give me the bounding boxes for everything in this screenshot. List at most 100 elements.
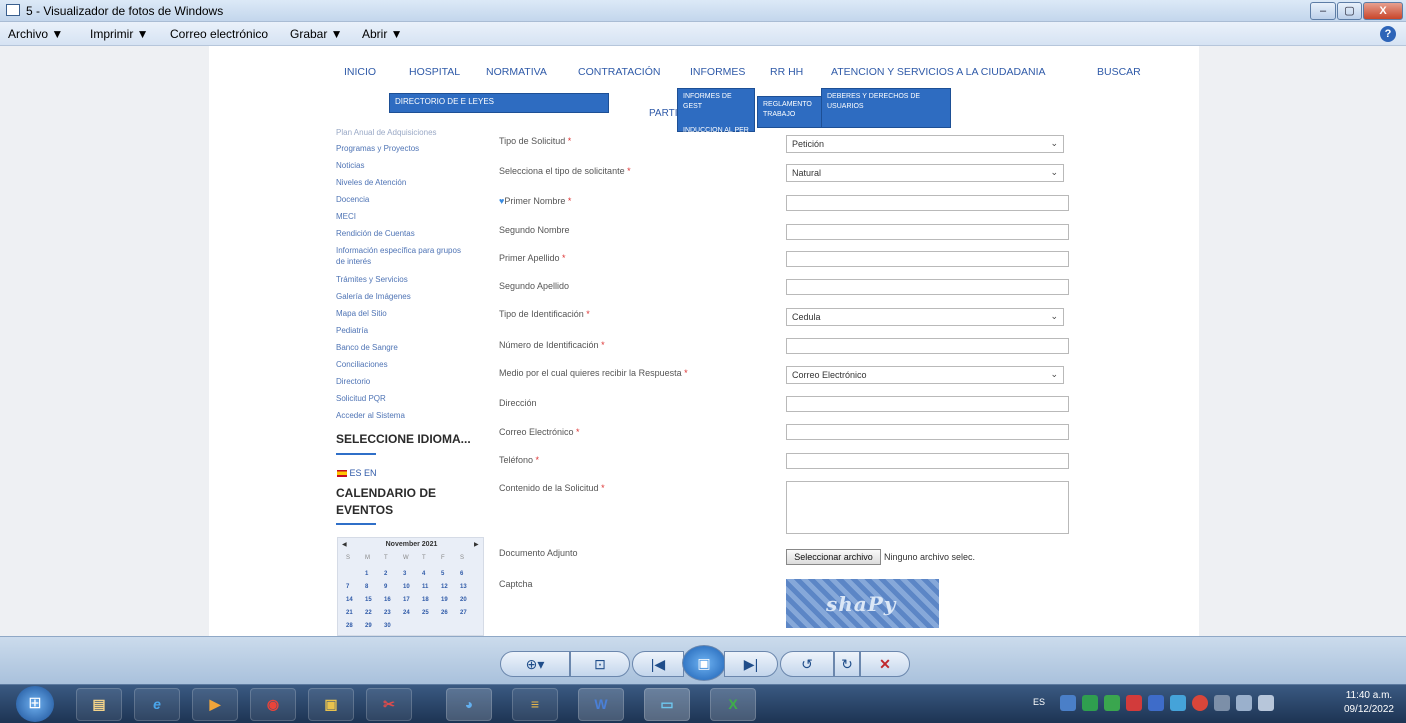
dropdown-leyes[interactable]: LEYES xyxy=(468,97,494,106)
calendar-day[interactable]: 3 xyxy=(403,571,406,577)
language-options[interactable]: ES EN xyxy=(337,468,377,478)
nav-buscar[interactable]: BUSCAR xyxy=(1097,66,1141,78)
dropdown-directorio[interactable]: DIRECTORIO DE E xyxy=(395,97,466,106)
calendar-day[interactable]: 1 xyxy=(365,571,368,577)
dropdown-informes-gest-label[interactable]: INFORMES DE GEST xyxy=(683,92,749,112)
input-telefono[interactable] xyxy=(786,453,1069,469)
rotate-right-button[interactable]: ↻ xyxy=(834,651,860,677)
sidebar-cut-item[interactable]: Plan Anual de Adquisiciones xyxy=(336,128,437,137)
tray-flag-icon[interactable] xyxy=(1214,695,1230,711)
sidebar-item[interactable]: de interés xyxy=(336,257,371,266)
dropdown-informes-gest[interactable]: INFORMES DE GEST INDUCCION AL PER xyxy=(677,88,755,134)
calendar-day[interactable]: 27 xyxy=(460,610,467,616)
tray-app2-icon[interactable] xyxy=(1104,695,1120,711)
explorer-taskbar-icon[interactable]: ▤ xyxy=(76,688,122,721)
dropdown-deberes[interactable]: DEBERES Y DERECHOS DE USUARIOS xyxy=(821,88,951,128)
nav-inicio[interactable]: INICIO xyxy=(344,66,376,78)
dropdown-reglamento[interactable]: REGLAMENTO TRABAJO xyxy=(757,96,823,128)
tray-app-icon[interactable] xyxy=(1082,695,1098,711)
input-numero-id[interactable] xyxy=(786,338,1069,354)
calendar-day[interactable]: 9 xyxy=(384,584,387,590)
calendar-day[interactable]: 11 xyxy=(422,584,428,590)
chrome-active-taskbar-icon[interactable]: ◕ xyxy=(446,688,492,721)
help-icon[interactable]: ? xyxy=(1380,26,1396,42)
calendar-day[interactable]: 14 xyxy=(346,597,353,603)
calendar-day[interactable]: 18 xyxy=(422,597,429,603)
calendar-day[interactable]: 25 xyxy=(422,610,429,616)
excel-taskbar-icon[interactable]: X xyxy=(710,688,756,721)
sidebar-item[interactable]: Información específica para grupos xyxy=(336,246,461,255)
input-primer-nombre[interactable] xyxy=(786,195,1069,211)
notes-taskbar-icon[interactable]: ▣ xyxy=(308,688,354,721)
dropdown-reglamento-label[interactable]: REGLAMENTO xyxy=(763,100,817,110)
nav-informes[interactable]: INFORMES xyxy=(690,66,745,78)
calendar-day[interactable]: 6 xyxy=(460,571,463,577)
actual-size-button[interactable]: ⊡ xyxy=(570,651,630,677)
tray-network-icon[interactable] xyxy=(1060,695,1076,711)
sidebar-item[interactable]: Pediatría xyxy=(336,326,368,335)
calendar-prev-icon[interactable]: ◀ xyxy=(342,541,347,548)
sidebar-item[interactable]: MECI xyxy=(336,212,356,221)
calendar-day[interactable]: 20 xyxy=(460,597,467,603)
tray-display-icon[interactable] xyxy=(1236,695,1252,711)
nav-contratacion[interactable]: CONTRATACIÓN xyxy=(578,66,660,78)
language-indicator[interactable]: ES xyxy=(1033,697,1045,707)
sidebar-item[interactable]: Trámites y Servicios xyxy=(336,275,408,284)
calendar-day[interactable]: 2 xyxy=(384,571,387,577)
word-taskbar-icon[interactable]: W xyxy=(578,688,624,721)
photo-viewer-taskbar-icon[interactable]: ▭ xyxy=(644,688,690,721)
input-primer-apellido[interactable] xyxy=(786,251,1069,267)
calendar-day[interactable]: 7 xyxy=(346,584,349,590)
select-medio[interactable]: Correo Electrónico ⌄ xyxy=(786,366,1064,384)
delete-button[interactable]: ✕ xyxy=(860,651,910,677)
calendar-day[interactable]: 24 xyxy=(403,610,410,616)
sidebar-item[interactable]: Acceder al Sistema xyxy=(336,411,405,420)
next-button[interactable]: ▶| xyxy=(724,651,778,677)
tray-pdf-icon[interactable] xyxy=(1126,695,1142,711)
menu-grabar[interactable]: Grabar ▼ xyxy=(290,27,343,41)
start-button[interactable]: ⊞ xyxy=(16,686,54,722)
close-button[interactable]: X xyxy=(1363,2,1403,20)
rotate-left-button[interactable]: ↺ xyxy=(780,651,834,677)
calendar-day[interactable]: 12 xyxy=(441,584,448,590)
previous-button[interactable]: |◀ xyxy=(632,651,684,677)
menu-correo[interactable]: Correo electrónico xyxy=(170,27,268,41)
input-direccion[interactable] xyxy=(786,396,1069,412)
tray-app4-icon[interactable] xyxy=(1170,695,1186,711)
sidebar-item[interactable]: Solicitud PQR xyxy=(336,394,386,403)
calendar-day[interactable]: 17 xyxy=(403,597,410,603)
sidebar-item[interactable]: Galería de Imágenes xyxy=(336,292,411,301)
calendar-day[interactable]: 28 xyxy=(346,623,353,629)
snipping-tool-taskbar-icon[interactable]: ✂ xyxy=(366,688,412,721)
sidebar-item[interactable]: Rendición de Cuentas xyxy=(336,229,415,238)
sidebar-item[interactable]: Noticias xyxy=(336,161,364,170)
calendar-day[interactable]: 13 xyxy=(460,584,467,590)
menu-imprimir[interactable]: Imprimir ▼ xyxy=(90,27,149,41)
select-tipo-solicitud[interactable]: Petición ⌄ xyxy=(786,135,1064,153)
input-segundo-nombre[interactable] xyxy=(786,224,1069,240)
sidebar-item[interactable]: Conciliaciones xyxy=(336,360,388,369)
calendar-day[interactable]: 4 xyxy=(422,571,425,577)
dropdown-trabajo[interactable]: TRABAJO xyxy=(763,110,817,120)
nav-atencion[interactable]: ATENCION Y SERVICIOS A LA CIUDADANIA xyxy=(831,66,1046,78)
menu-abrir[interactable]: Abrir ▼ xyxy=(362,27,403,41)
textarea-contenido[interactable] xyxy=(786,481,1069,534)
menu-archivo[interactable]: Archivo ▼ xyxy=(8,27,63,41)
calendar-day[interactable]: 29 xyxy=(365,623,372,629)
calendar-day[interactable]: 10 xyxy=(403,584,410,590)
tray-app3-icon[interactable] xyxy=(1148,695,1164,711)
calendar-day[interactable]: 5 xyxy=(441,571,444,577)
tray-volume-icon[interactable] xyxy=(1258,695,1274,711)
maximize-button[interactable]: ▢ xyxy=(1337,2,1362,20)
sidebar-item[interactable]: Programas y Proyectos xyxy=(336,144,419,153)
taskbar-clock[interactable]: 11:40 a.m. 09/12/2022 xyxy=(1344,689,1394,717)
internet-explorer-taskbar-icon[interactable]: e xyxy=(134,688,180,721)
language-options-label[interactable]: ES EN xyxy=(350,468,377,478)
calendar-next-icon[interactable]: ▶ xyxy=(474,541,479,548)
chrome-taskbar-icon[interactable]: ◉ xyxy=(250,688,296,721)
calendar-day[interactable]: 19 xyxy=(441,597,448,603)
select-file-button[interactable]: Seleccionar archivo xyxy=(786,549,881,565)
zoom-button[interactable]: ⊕▾ xyxy=(500,651,570,677)
sidebar-item[interactable]: Niveles de Atención xyxy=(336,178,406,187)
nav-rrhh[interactable]: RR HH xyxy=(770,66,803,78)
